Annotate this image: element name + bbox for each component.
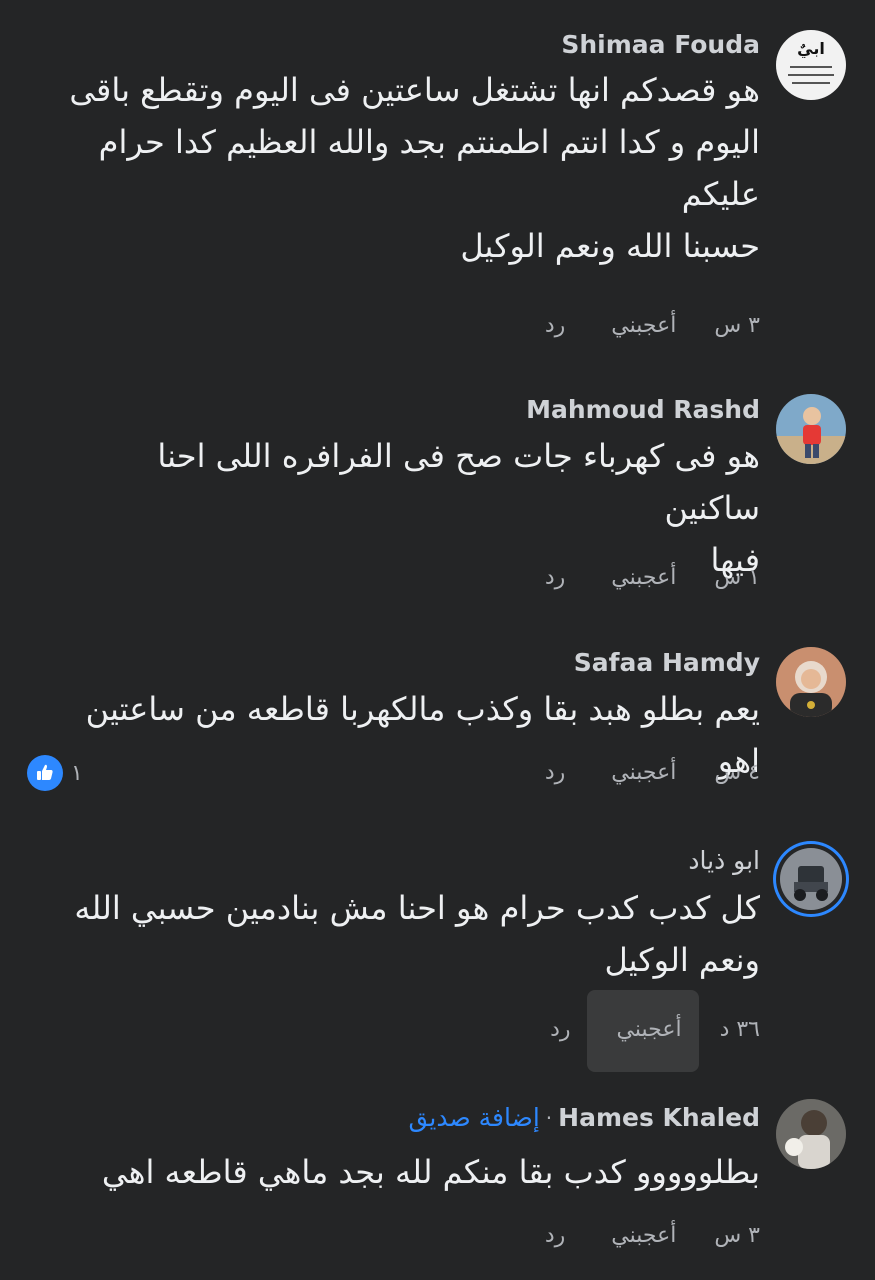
comment-actions: ٣٦ د أعجبني رد xyxy=(550,1017,760,1042)
comment-author[interactable]: Mahmoud Rashd xyxy=(526,395,760,424)
comment-author[interactable]: ابو ذياد xyxy=(688,846,760,875)
comment-line: هو قصدكم انها تشتغل ساعتين فى اليوم وتقط… xyxy=(69,71,760,109)
avatar-image: ابيٌ xyxy=(776,30,846,100)
comment-text: بطلووووو كدب بقا منكم لله بجد ماهي قاطعه… xyxy=(60,1146,760,1198)
comment-line: هو فى كهرباء جات صح فى الفرافره اللى احن… xyxy=(157,437,760,527)
thumbs-up-icon xyxy=(27,755,63,791)
comment-author[interactable]: Safaa Hamdy xyxy=(574,648,760,677)
avatar-image xyxy=(776,1099,846,1169)
comment-author-row: Hames Khaled · إضافة صديق xyxy=(409,1103,760,1132)
reply-button[interactable]: رد xyxy=(545,1223,565,1248)
comment-author[interactable]: Hames Khaled xyxy=(558,1103,760,1132)
avatar-image xyxy=(776,394,846,464)
avatar[interactable]: ابيٌ xyxy=(776,30,846,100)
like-button[interactable]: أعجبني xyxy=(617,1017,682,1042)
reaction-count: ١ xyxy=(71,760,83,786)
comment-author[interactable]: Shimaa Fouda xyxy=(561,30,760,59)
comment-text: هو قصدكم انها تشتغل ساعتين فى اليوم وتقط… xyxy=(60,64,760,272)
avatar-image xyxy=(776,647,846,717)
avatar-logo-text: ابيٌ xyxy=(797,39,825,59)
comment-line: عليكم xyxy=(681,175,760,213)
reaction-summary[interactable]: ١ xyxy=(27,755,83,791)
comment-actions: ١ س أعجبني رد xyxy=(545,565,760,590)
comment-text: هو فى كهرباء جات صح فى الفرافره اللى احن… xyxy=(60,430,760,586)
reply-button[interactable]: رد xyxy=(550,1017,570,1042)
comment-time[interactable]: ١ س xyxy=(714,565,760,590)
comment-line: كل كدب كدب حرام هو احنا مش بنادمين حسبي … xyxy=(74,889,760,927)
comment-time[interactable]: ٣ س xyxy=(714,313,760,338)
reply-button[interactable]: رد xyxy=(545,313,565,338)
like-button[interactable]: أعجبني xyxy=(611,1223,676,1248)
comment-line: اليوم و كدا انتم اطمنتم بجد والله العظيم… xyxy=(98,123,760,161)
comment-text: كل كدب كدب حرام هو احنا مش بنادمين حسبي … xyxy=(60,882,760,986)
like-button[interactable]: أعجبني xyxy=(611,565,676,590)
comment-line: ونعم الوكيل xyxy=(604,941,760,979)
comment-time[interactable]: ٣ س xyxy=(714,1223,760,1248)
comment-line: حسبنا الله ونعم الوكيل xyxy=(460,227,760,265)
comment-actions: ٣ س أعجبني رد xyxy=(545,1223,760,1248)
add-friend-link[interactable]: إضافة صديق xyxy=(409,1103,540,1132)
reply-button[interactable]: رد xyxy=(545,760,565,785)
avatar-image xyxy=(780,848,842,910)
reply-button[interactable]: رد xyxy=(545,565,565,590)
like-button[interactable]: أعجبني xyxy=(611,760,676,785)
avatar[interactable] xyxy=(776,647,846,717)
avatar[interactable] xyxy=(776,394,846,464)
comment-time[interactable]: ٤ س xyxy=(714,760,760,785)
avatar[interactable] xyxy=(776,1099,846,1169)
comment-actions: ٣ س أعجبني رد xyxy=(545,313,760,338)
comment-line: بطلووووو كدب بقا منكم لله بجد ماهي قاطعه… xyxy=(101,1153,760,1191)
comment-time[interactable]: ٣٦ د xyxy=(720,1017,760,1042)
comment-actions: ٤ س أعجبني رد xyxy=(545,760,760,785)
like-button[interactable]: أعجبني xyxy=(611,313,676,338)
separator-dot: · xyxy=(545,1105,553,1130)
avatar[interactable] xyxy=(780,848,842,910)
